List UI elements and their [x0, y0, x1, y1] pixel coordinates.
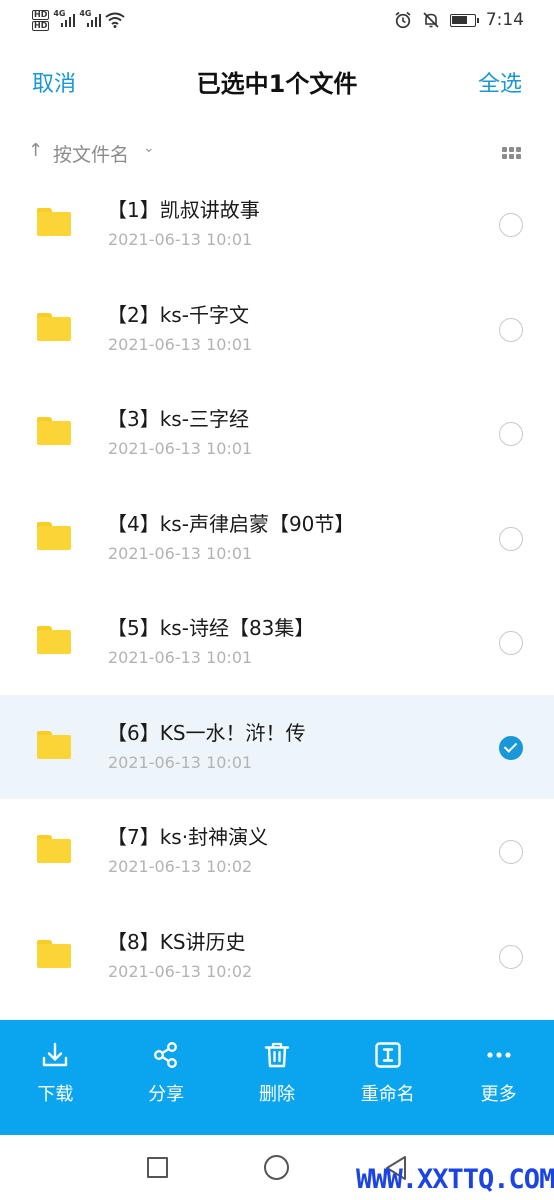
watermark: WWW.XXTTQ.COM [356, 1164, 554, 1195]
chevron-down-icon[interactable]: ⌄ [143, 140, 155, 156]
sort-arrow-icon[interactable]: ↑ [28, 140, 43, 161]
file-date: 2021-06-13 10:01 [108, 334, 253, 354]
hd-icons: HD HD [32, 9, 50, 31]
action-bar: 下载 分享 删除 重命名 更多 [0, 1020, 554, 1135]
file-name: 【2】ks-千字文 [107, 302, 249, 327]
folder-icon [37, 208, 71, 236]
download-icon [43, 1042, 68, 1067]
signal-icon: 4G [53, 9, 76, 29]
checkbox[interactable] [499, 422, 523, 446]
file-name: 【3】ks-三字经 [107, 407, 249, 431]
clock: 7:14 [485, 10, 524, 30]
file-date: 2021-06-13 10:01 [108, 230, 253, 249]
file-name: 【8】KS讲历史 [107, 929, 246, 954]
folder-icon [37, 626, 71, 654]
signal-icon: 4G [79, 9, 102, 29]
navigation-bar: WWW.XXTTQ.COM [0, 1135, 554, 1200]
battery-icon [449, 13, 479, 27]
sort-bar: ↑ 按文件名 ⌄ [0, 138, 554, 168]
checkbox[interactable] [499, 317, 523, 342]
grid-view-icon[interactable] [502, 147, 522, 159]
file-row[interactable]: 【3】ks-三字经 2021-06-13 10:01 [0, 381, 554, 486]
file-row[interactable]: 【7】ks·封神演义 2021-06-13 10:02 [0, 799, 554, 904]
checkbox[interactable] [499, 840, 523, 864]
file-row[interactable]: 【8】KS讲历史 2021-06-13 10:02 [0, 904, 554, 1009]
rename-label: 重命名 [360, 1084, 415, 1105]
file-date: 2021-06-13 10:02 [108, 961, 253, 981]
status-left: HD HD 4G 4G [32, 9, 125, 31]
file-name: 【4】ks-声律启蒙【90节】 [107, 511, 355, 536]
file-date: 2021-06-13 10:01 [108, 439, 253, 458]
more-icon [486, 1052, 511, 1058]
file-row[interactable]: 【5】ks-诗经【83集】 2021-06-13 10:01 [0, 590, 554, 695]
file-date: 2021-06-13 10:01 [108, 752, 253, 772]
file-row[interactable]: 【6】KS一水！浒！传 2021-06-13 10:01 [0, 694, 554, 799]
hd-icon: HD [32, 20, 50, 31]
checkbox[interactable] [499, 631, 523, 655]
selection-header: 取消 已选中1个文件 全选 [0, 52, 554, 112]
recents-button[interactable] [147, 1157, 168, 1178]
home-button[interactable] [264, 1155, 289, 1180]
download-label: 下载 [37, 1084, 74, 1105]
hd-icon: HD [32, 9, 50, 20]
file-date: 2021-06-13 10:01 [108, 648, 253, 667]
folder-icon [37, 521, 71, 550]
alarm-icon [395, 11, 411, 29]
sort-by-name-button[interactable]: 按文件名 [53, 140, 129, 167]
folder-icon [37, 730, 71, 759]
file-name: 【5】ks-诗经【83集】 [107, 616, 315, 640]
checked-checkbox[interactable] [499, 735, 523, 760]
rename-button[interactable]: 重命名 [332, 1020, 443, 1135]
select-all-button[interactable]: 全选 [478, 66, 522, 98]
download-button[interactable]: 下载 [0, 1020, 111, 1135]
more-button[interactable]: 更多 [443, 1020, 554, 1135]
file-list: 【1】凯叔讲故事 2021-06-13 10:01 【2】ks-千字文 2021-06… [0, 172, 554, 1008]
status-bar: HD HD 4G 4G 7:14 [0, 0, 554, 40]
page-title: 已选中1个文件 [196, 70, 358, 98]
file-name: 【6】KS一水！浒！传 [107, 720, 306, 745]
folder-icon [37, 312, 71, 341]
folder-icon [37, 417, 71, 445]
folder-icon [37, 939, 71, 968]
share-icon [154, 1042, 178, 1068]
file-date: 2021-06-13 10:02 [108, 857, 253, 876]
share-label: 分享 [148, 1084, 185, 1105]
delete-label: 删除 [258, 1084, 295, 1105]
file-name: 【1】凯叔讲故事 [107, 198, 260, 222]
checkbox[interactable] [499, 213, 523, 237]
file-row[interactable]: 【2】ks-千字文 2021-06-13 10:01 [0, 277, 554, 382]
rename-icon [375, 1042, 401, 1068]
checkbox[interactable] [499, 526, 523, 551]
trash-icon [264, 1042, 290, 1068]
checkbox[interactable] [499, 944, 523, 969]
wifi-icon [105, 12, 125, 28]
share-button[interactable]: 分享 [111, 1020, 222, 1135]
file-row[interactable]: 【4】ks-声律启蒙【90节】 2021-06-13 10:01 [0, 486, 554, 591]
delete-button[interactable]: 删除 [222, 1020, 333, 1135]
status-right: 7:14 [394, 10, 524, 30]
file-name: 【7】ks·封神演义 [107, 825, 269, 849]
file-date: 2021-06-13 10:01 [108, 543, 253, 563]
file-row[interactable]: 【1】凯叔讲故事 2021-06-13 10:01 [0, 172, 554, 277]
folder-icon [37, 835, 71, 863]
mute-icon [423, 12, 439, 28]
more-label: 更多 [480, 1084, 517, 1105]
